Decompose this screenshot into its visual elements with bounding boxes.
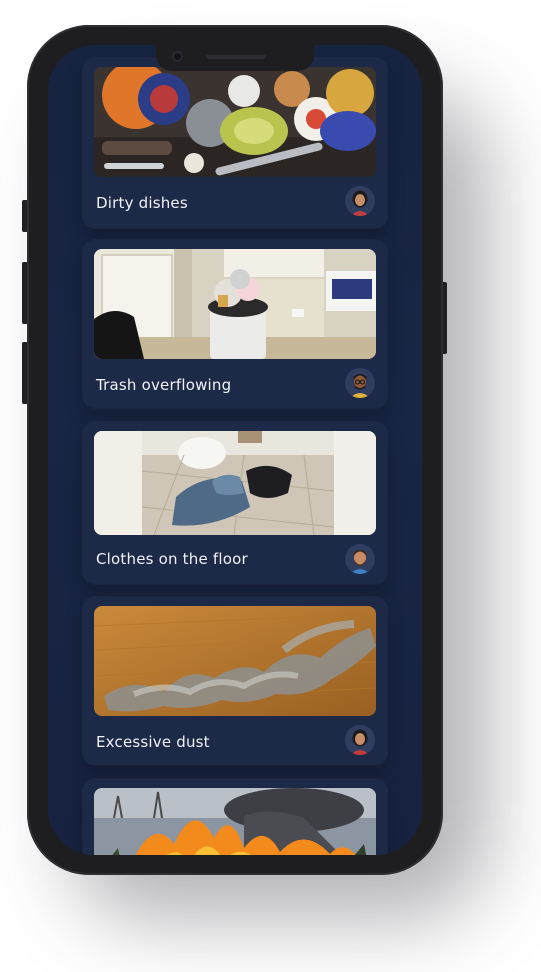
front-camera bbox=[172, 51, 183, 62]
task-card-excessive-dust[interactable]: Excessive dust bbox=[83, 597, 387, 765]
earpiece-speaker bbox=[206, 55, 266, 59]
phone-screen: Dirty dishes Trash overflowing Clothes o… bbox=[48, 45, 422, 855]
task-title: Dirty dishes bbox=[96, 194, 188, 212]
dust-photo bbox=[94, 606, 376, 716]
task-title: Excessive dust bbox=[96, 733, 210, 751]
man-beard-avatar-icon bbox=[345, 544, 375, 574]
task-card-clothes-on-the-floor[interactable]: Clothes on the floor bbox=[83, 422, 387, 584]
task-title: Trash overflowing bbox=[96, 376, 232, 394]
fire-photo bbox=[94, 788, 376, 855]
task-card-trash-overflowing[interactable]: Trash overflowing bbox=[83, 240, 387, 408]
woman-avatar-icon bbox=[345, 725, 375, 755]
task-card-fire[interactable] bbox=[83, 779, 387, 855]
task-title: Clothes on the floor bbox=[96, 550, 248, 568]
trash-photo bbox=[94, 249, 376, 359]
task-card-dirty-dishes[interactable]: Dirty dishes bbox=[83, 58, 387, 228]
woman-avatar-icon bbox=[345, 186, 375, 216]
man-glasses-avatar-icon bbox=[345, 368, 375, 398]
clothes-photo bbox=[94, 431, 376, 535]
dirty-dishes-photo bbox=[94, 67, 376, 177]
mockup-stage: Dirty dishes Trash overflowing Clothes o… bbox=[0, 0, 541, 972]
